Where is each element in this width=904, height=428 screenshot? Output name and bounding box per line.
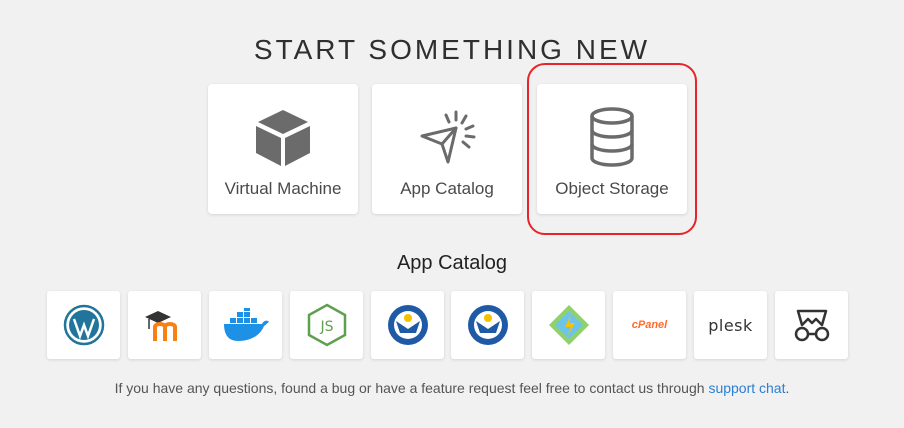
footer-note: If you have any questions, found a bug o… [0, 380, 904, 396]
app-tile-cpanel[interactable]: cPanel [613, 291, 686, 359]
support-chat-link[interactable]: support chat [708, 380, 785, 396]
app-catalog-title: App Catalog [396, 252, 508, 274]
database-icon [537, 106, 687, 168]
app-tile-diamond[interactable] [532, 291, 605, 359]
wordpress-icon [63, 304, 104, 346]
app-diamond-icon [548, 305, 589, 345]
docker-icon [223, 308, 269, 341]
app-tile-nodejs[interactable]: JS [290, 291, 363, 359]
app-tile-moodle[interactable] [128, 291, 201, 359]
cursor-click-icon [372, 106, 522, 168]
app-tile-tut-wuri-2[interactable] [451, 291, 524, 359]
app-tile-wordpress[interactable] [47, 291, 120, 359]
cpanel-icon: cPanel [631, 319, 668, 331]
footer-end: . [785, 380, 790, 396]
nodejs-icon: JS [307, 303, 346, 347]
tut-wuri-handayani-icon [467, 305, 508, 345]
app-tile-docker[interactable] [209, 291, 282, 359]
card-label: Object Storage [555, 179, 669, 198]
page-title: START SOMETHING NEW [253, 34, 651, 65]
app-tile-glasses[interactable] [775, 291, 848, 359]
object-storage-card[interactable]: Object Storage [537, 84, 687, 214]
cube-icon [208, 106, 358, 168]
footer-text: If you have any questions, found a bug o… [114, 380, 705, 396]
card-label: App Catalog [400, 179, 494, 198]
app-tile-plesk[interactable]: plesk [694, 291, 767, 359]
tut-wuri-handayani-icon [387, 305, 428, 345]
card-label: Virtual Machine [224, 179, 342, 198]
app-glasses-icon [794, 309, 829, 342]
plesk-icon: plesk [708, 315, 753, 335]
app-catalog-card[interactable]: App Catalog [372, 84, 522, 214]
virtual-machine-card[interactable]: Virtual Machine [208, 84, 358, 214]
svg-text:JS: JS [319, 319, 333, 335]
app-tile-tut-wuri-1[interactable] [371, 291, 444, 359]
moodle-icon [144, 311, 177, 341]
